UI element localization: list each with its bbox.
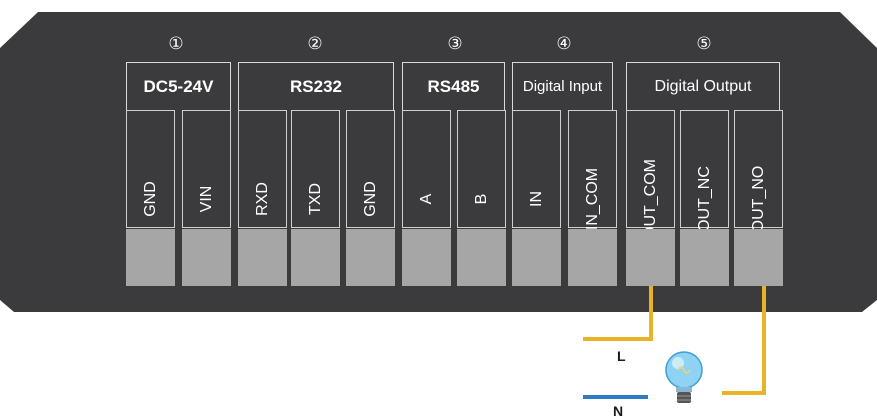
wiring-layer bbox=[583, 286, 766, 403]
load-return-wire bbox=[722, 286, 766, 395]
live-wire-label: L bbox=[617, 348, 626, 364]
neutral-wire-label: N bbox=[613, 403, 624, 419]
light-bulb-icon bbox=[665, 351, 703, 403]
live-wire bbox=[583, 286, 653, 341]
wiring-diagram: ① ② ③ ④ ⑤ DC5-24V RS232 RS485 Digital In… bbox=[0, 0, 877, 419]
